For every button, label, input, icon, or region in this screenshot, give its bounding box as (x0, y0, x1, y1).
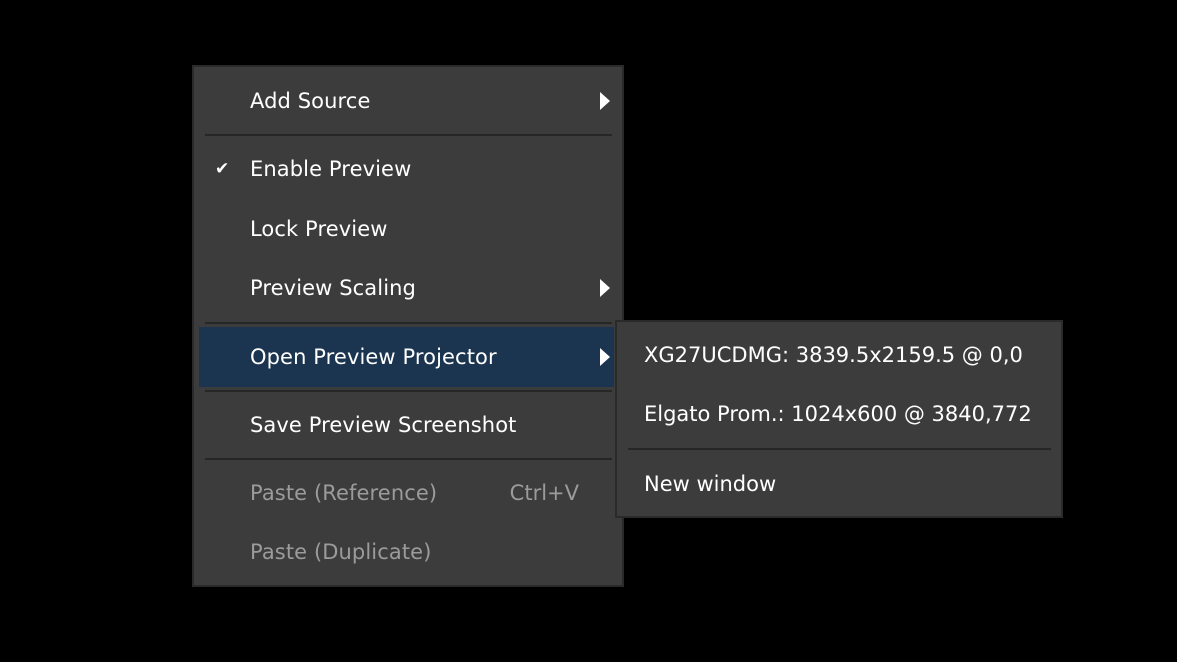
context-menu: Add Source ✔ Enable Preview Lock Preview… (192, 65, 624, 587)
submenu-arrow-icon (600, 348, 610, 366)
menu-separator (205, 390, 612, 392)
submenu-item-new-window[interactable]: New window (617, 455, 1061, 513)
menu-separator (628, 448, 1051, 450)
menu-separator (205, 322, 612, 324)
menu-item-label: Add Source (250, 89, 371, 113)
menu-item-label: Preview Scaling (250, 276, 416, 300)
menu-item-label: Paste (Reference) (250, 481, 438, 505)
submenu-arrow-icon (600, 279, 610, 297)
submenu-item-display-xg27ucdmg[interactable]: XG27UCDMG: 3839.5x2159.5 @ 0,0 (617, 326, 1061, 384)
menu-item-enable-preview[interactable]: ✔ Enable Preview (199, 139, 614, 199)
menu-item-save-preview-screenshot[interactable]: Save Preview Screenshot (199, 395, 614, 455)
projector-submenu: XG27UCDMG: 3839.5x2159.5 @ 0,0 Elgato Pr… (615, 320, 1063, 518)
menu-item-preview-scaling[interactable]: Preview Scaling (199, 258, 614, 318)
submenu-item-label: New window (644, 472, 777, 496)
submenu-item-label: Elgato Prom.: 1024x600 @ 3840,772 (644, 402, 1032, 426)
menu-separator (205, 458, 612, 460)
shortcut-label: Ctrl+V (509, 481, 579, 505)
menu-item-add-source[interactable]: Add Source (199, 71, 614, 131)
submenu-item-label: XG27UCDMG: 3839.5x2159.5 @ 0,0 (644, 343, 1023, 367)
checkmark-icon: ✔ (215, 159, 230, 179)
menu-item-label: Enable Preview (250, 157, 412, 181)
menu-item-open-preview-projector[interactable]: Open Preview Projector (199, 327, 614, 387)
submenu-arrow-icon (600, 92, 610, 110)
menu-item-label: Save Preview Screenshot (250, 413, 517, 437)
menu-item-paste-reference[interactable]: Paste (Reference) Ctrl+V (199, 463, 614, 523)
menu-separator (205, 134, 612, 136)
submenu-item-display-elgato[interactable]: Elgato Prom.: 1024x600 @ 3840,772 (617, 385, 1061, 443)
menu-item-lock-preview[interactable]: Lock Preview (199, 199, 614, 259)
menu-item-label: Paste (Duplicate) (250, 540, 432, 564)
menu-item-paste-duplicate[interactable]: Paste (Duplicate) (199, 522, 614, 582)
menu-item-label: Open Preview Projector (250, 345, 497, 369)
menu-item-label: Lock Preview (250, 217, 388, 241)
